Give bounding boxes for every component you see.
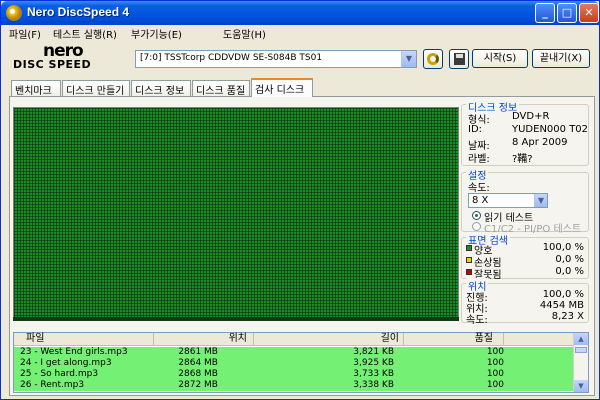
track-position: 2868 MB [178, 369, 218, 379]
tab-disc-quality[interactable]: 디스크 품질 [192, 80, 250, 97]
speed-select[interactable]: 8 X ▼ [468, 193, 548, 208]
refresh-button[interactable] [423, 49, 443, 69]
disc-label-value: ?鞴? [512, 154, 533, 165]
header-file[interactable]: 파일 [14, 333, 154, 346]
maximize-button[interactable]: □ [557, 3, 577, 23]
chevron-down-icon[interactable]: ▼ [534, 194, 547, 207]
scroll-thumb[interactable] [575, 347, 587, 353]
good-swatch [466, 245, 472, 251]
scroll-up-icon[interactable]: ▲ [574, 333, 588, 345]
disc-id-value: YUDEN000 T02 [512, 124, 589, 135]
menu-bar: 파일(F) 테스트 실행(R) 부가기능(E) 도움말(H) [1, 25, 599, 41]
save-button[interactable] [449, 49, 469, 69]
table-row[interactable]: 23 - West End girls.mp3 2861 MB 3,821 KB… [14, 347, 574, 358]
main-window: Nero DiscSpeed 4 _ □ ✕ 파일(F) 테스트 실행(R) 부… [0, 0, 600, 400]
menu-extras[interactable]: 부가기능(E) [131, 26, 182, 41]
track-length: 3,925 KB [353, 358, 394, 368]
header-length[interactable]: 길이 [254, 333, 404, 346]
table-row[interactable]: 24 - I get along.mp3 2864 MB 3,925 KB 10… [14, 358, 574, 369]
position-group: 위치 진행: 100,0 % 위치: 4454 MB 속도: 8,23 X [461, 278, 589, 326]
tab-disc-info[interactable]: 디스크 정보 [131, 80, 191, 97]
disc-type-value: DVD+R [512, 111, 550, 122]
track-quality: 100 [486, 358, 504, 368]
surface-scan-group: 표면 검색 양호 100,0 % 손상됨 0,0 % 잘못됨 0,0 % [461, 232, 589, 281]
disc-info-group: 디스크 정보 형식: DVD+R ID: YUDEN000 T02 날짜: 8 … [461, 99, 589, 166]
track-position: 2861 MB [178, 347, 218, 357]
track-position: 2872 MB [178, 380, 218, 390]
minimize-button[interactable]: _ [535, 3, 555, 23]
progress-value: 100,0 % [542, 289, 584, 300]
save-icon [454, 53, 465, 65]
menu-run-test[interactable]: 테스트 실행(R) [53, 26, 117, 41]
window-title: Nero DiscSpeed 4 [27, 5, 130, 19]
start-button[interactable]: 시작(S) [472, 49, 528, 68]
read-speed-label: 속도: [466, 315, 488, 326]
scroll-down-icon[interactable]: ▼ [574, 380, 588, 392]
track-length: 3,821 KB [353, 347, 394, 357]
disc-label-label: 라벨: [468, 154, 490, 165]
table-row[interactable]: 26 - Rent.mp3 2872 MB 3,338 KB 100 [14, 380, 574, 391]
read-speed-value: 8,23 X [551, 311, 584, 322]
settings-group: 설정 속도: 8 X ▼ 읽기 테스트 C1/C2 - PI/PO 테스트 [461, 167, 589, 235]
damaged-value: 0,0 % [555, 254, 584, 265]
speed-select-value: 8 X [472, 195, 489, 206]
good-value: 100,0 % [542, 242, 584, 253]
header-quality[interactable]: 품질 [404, 333, 504, 346]
drive-select[interactable]: [7:0] TSSTcorp CDDVDW SE-S084B TS01 ▼ [135, 50, 417, 68]
track-quality: 100 [486, 369, 504, 379]
track-position: 2864 MB [178, 358, 218, 368]
track-list-header: 파일 위치 길이 품질 [14, 333, 574, 346]
speed-label: 속도: [468, 183, 490, 194]
tab-benchmark[interactable]: 벤치마크 [11, 80, 61, 97]
track-quality: 100 [486, 347, 504, 357]
menu-file[interactable]: 파일(F) [9, 26, 41, 41]
bad-swatch [466, 269, 472, 275]
damaged-swatch [466, 257, 472, 263]
title-bar[interactable]: Nero DiscSpeed 4 _ □ ✕ [1, 1, 599, 25]
nero-discspeed-logo: nero DISC SPEED [13, 41, 125, 73]
chevron-down-icon[interactable]: ▼ [401, 51, 416, 67]
header-position[interactable]: 위치 [154, 333, 254, 346]
disc-id-label: ID: [468, 124, 483, 135]
exit-button[interactable]: 끝내기(X) [532, 49, 590, 68]
logo-discspeed-text: DISC SPEED [13, 58, 92, 71]
disc-date-value: 8 Apr 2009 [512, 137, 568, 148]
refresh-icon [427, 53, 439, 65]
tab-scan-disc[interactable]: 검사 디스크 [251, 78, 313, 97]
track-length: 3,338 KB [353, 380, 394, 390]
tab-create-disc[interactable]: 디스크 만들기 [62, 80, 130, 97]
drive-select-value: [7:0] TSSTcorp CDDVDW SE-S084B TS01 [140, 53, 323, 63]
position-value: 4454 MB [539, 300, 584, 311]
menu-help[interactable]: 도움말(H) [223, 26, 266, 41]
app-icon [6, 5, 22, 21]
track-list[interactable]: 파일 위치 길이 품질 23 - West End girls.mp3 2861… [13, 332, 589, 393]
close-button[interactable]: ✕ [579, 3, 599, 23]
bad-value: 0,0 % [555, 266, 584, 277]
read-test-radio[interactable] [472, 211, 481, 220]
track-length: 3,733 KB [353, 369, 394, 379]
track-quality: 100 [486, 380, 504, 390]
c1c2-test-radio[interactable] [472, 222, 481, 231]
track-list-scrollbar[interactable]: ▲ ▼ [573, 333, 588, 392]
surface-scan-grid [13, 107, 459, 321]
table-row[interactable]: 25 - So hard.mp3 2868 MB 3,733 KB 100 [14, 369, 574, 380]
surface-scan-grid-bottom [13, 317, 459, 321]
